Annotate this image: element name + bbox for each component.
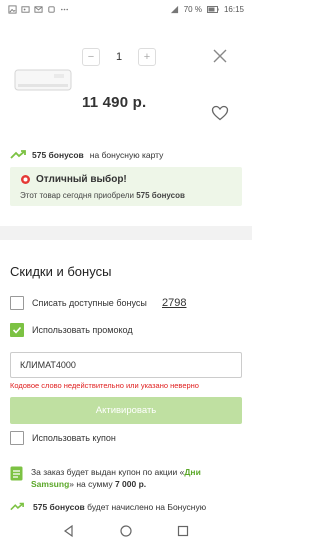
recent-apps-icon[interactable] [176,524,190,538]
image-icon [21,6,30,13]
battery-icon [206,6,219,13]
coupon-amount: 7 000 р. [114,479,147,489]
bonus-arrow-icon [10,502,24,511]
bonus-card-amount: 575 бонусов [32,150,84,160]
activate-button[interactable]: Активировать [10,397,242,424]
notification-icon [48,6,55,13]
signal-icon [170,5,178,14]
coupon-text: За заказ будет выдан купон по акции «Дни… [31,466,236,490]
status-icons-right: 70 % 16:15 [170,5,244,14]
use-promo-label: Использовать промокод [32,325,133,335]
good-choice-subtitle-count: 575 бонусов [136,191,185,200]
use-promo-row[interactable]: Использовать промокод [10,323,133,337]
good-choice-title-text: Отличный выбор! [36,174,127,185]
promo-code-input[interactable] [10,352,242,378]
discounts-title: Скидки и бонусы [10,264,112,279]
home-icon[interactable] [119,524,133,538]
battery-percent: 70 % [183,5,202,14]
spend-bonuses-row[interactable]: Списать доступные бонусы [10,296,147,310]
use-coupon-checkbox[interactable] [10,431,24,445]
decrease-button[interactable]: − [82,48,100,66]
quantity-value[interactable]: 1 [100,51,138,63]
bonus-card-line: 575 бонусов на бонусную карту [10,150,163,160]
checkmark-icon [12,326,22,334]
available-bonuses[interactable]: 2798 [162,297,186,309]
coupon-info: За заказ будет выдан купон по акции «Дни… [10,466,236,490]
heart-icon[interactable] [211,104,229,122]
status-icons-left [8,5,69,14]
use-coupon-label: Использовать купон [32,433,116,443]
status-bar: 70 % 16:15 [0,0,252,20]
promo-error-message: Кодовое слово недействительно или указан… [10,381,199,390]
good-choice-title: Отличный выбор! [20,174,127,185]
product-price: 11 490 р. [82,94,147,111]
air-conditioner-image[interactable] [14,67,72,93]
badge-icon [21,175,30,184]
use-promo-checkbox[interactable] [10,323,24,337]
more-dots-icon [60,8,69,11]
mail-icon [34,6,43,13]
good-choice-subtitle-prefix: Этот товар сегодня приобрели [20,191,134,200]
bonus-arrow-icon [10,150,26,159]
quantity-stepper: − 1 + [82,48,156,66]
bonus-accrual-suffix: будет начислено на Бонусную [87,502,207,512]
bonus-accrual-amount: 575 бонусов [33,502,85,512]
use-coupon-row[interactable]: Использовать купон [10,431,116,445]
coupon-text-middle: » на сумму [69,479,115,489]
system-nav-bar [0,517,252,545]
good-choice-banner: Отличный выбор! Этот товар сегодня приоб… [10,167,242,206]
back-icon[interactable] [62,524,76,538]
spend-bonuses-label: Списать доступные бонусы [32,298,147,308]
section-divider [0,226,252,240]
good-choice-subtitle: Этот товар сегодня приобрели 575 бонусов [20,191,185,200]
clock: 16:15 [223,5,244,14]
coupon-text-prefix: За заказ будет выдан купон по акции « [31,467,185,477]
increase-button[interactable]: + [138,48,156,66]
spend-bonuses-checkbox[interactable] [10,296,24,310]
product-card: − 1 + 11 490 р. [0,20,252,138]
gallery-icon [8,5,17,14]
close-icon[interactable] [212,48,228,64]
bonus-accrual-info: 575 бонусов будет начислено на Бонусную [10,502,206,512]
coupon-icon [10,466,23,481]
bonus-card-suffix: на бонусную карту [89,150,164,160]
